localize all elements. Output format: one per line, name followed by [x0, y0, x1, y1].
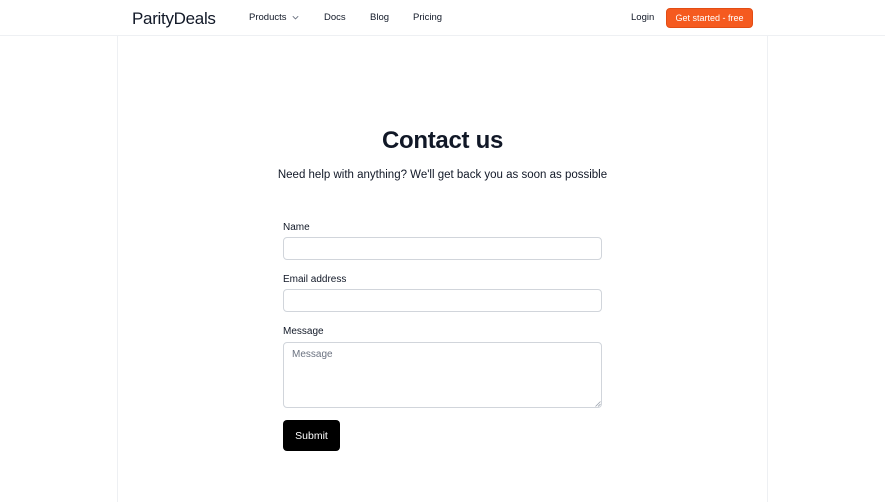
- submit-button[interactable]: Submit: [283, 420, 340, 451]
- email-input[interactable]: [283, 289, 602, 312]
- main-nav: Products Docs Blog Pricing: [249, 12, 442, 23]
- name-input[interactable]: [283, 237, 602, 260]
- nav-pricing[interactable]: Pricing: [413, 12, 442, 23]
- message-label: Message: [283, 326, 324, 337]
- message-textarea[interactable]: [283, 342, 602, 408]
- top-navbar: ParityDeals Products Docs Blog Pricing L…: [0, 0, 885, 36]
- resize-handle-icon[interactable]: [595, 401, 601, 407]
- nav-blog[interactable]: Blog: [370, 12, 389, 23]
- email-label: Email address: [283, 274, 347, 285]
- name-label: Name: [283, 222, 310, 233]
- logo[interactable]: ParityDeals: [132, 9, 216, 29]
- chevron-down-icon: [292, 15, 298, 20]
- nav-products-label: Products: [249, 12, 287, 23]
- nav-products[interactable]: Products: [249, 12, 299, 23]
- page-subtitle: Need help with anything? We'll get back …: [277, 169, 608, 181]
- get-started-button[interactable]: Get started - free: [666, 8, 753, 28]
- page-title: Contact us: [381, 127, 503, 154]
- login-link[interactable]: Login: [631, 12, 654, 23]
- nav-docs[interactable]: Docs: [324, 12, 346, 23]
- content-border-right: [767, 36, 768, 502]
- content-border-left: [117, 36, 118, 502]
